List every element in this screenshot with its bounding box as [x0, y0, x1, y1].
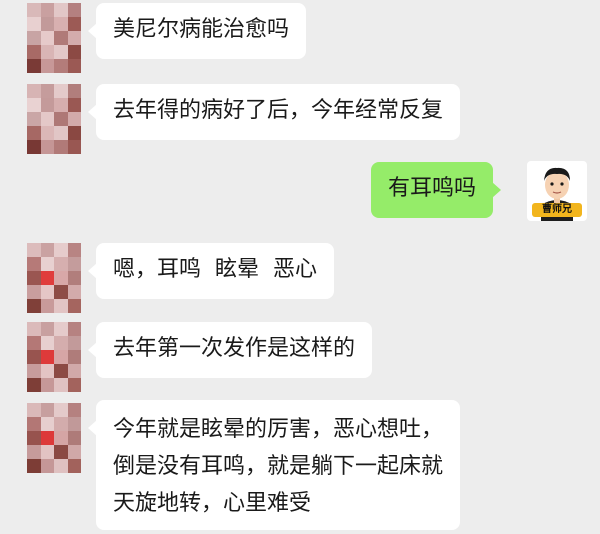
message-bubble-2[interactable]: 去年得的病好了后，今年经常反复	[87, 84, 461, 140]
message-text-line: 今年就是眩晕的厉害，恶心想吐，	[113, 417, 444, 442]
contact-avatar[interactable]	[27, 322, 81, 392]
contact-avatar[interactable]	[27, 403, 81, 473]
message-text: 有耳鸣吗	[388, 176, 477, 201]
message-text-line: 天旋地转，心里难受	[113, 491, 312, 516]
avatar-logo: 曹师兄	[532, 203, 582, 217]
contact-avatar[interactable]	[27, 84, 81, 154]
message-text: 去年第一次发作是这样的	[113, 336, 356, 361]
message-bubble-4[interactable]: 嗯，耳鸣 眩晕 恶心	[88, 243, 334, 299]
contact-avatar[interactable]	[27, 3, 81, 73]
message-bubble-3[interactable]: 有耳鸣吗	[371, 162, 502, 218]
message-bubble-5[interactable]: 去年第一次发作是这样的	[87, 322, 373, 378]
message-bubble-1[interactable]: 美尼尔病能治愈吗	[87, 3, 307, 59]
contact-avatar[interactable]	[27, 243, 81, 313]
message-text: 嗯，耳鸣 眩晕 恶心	[113, 257, 317, 282]
message-text: 去年得的病好了后，今年经常反复	[113, 98, 444, 123]
message-text: 美尼尔病能治愈吗	[113, 17, 290, 42]
self-avatar[interactable]: 曹师兄	[527, 161, 587, 221]
message-text-line: 倒是没有耳鸣，就是躺下一起床就	[113, 454, 444, 479]
message-bubble-6[interactable]: 今年就是眩晕的厉害，恶心想吐， 倒是没有耳鸣，就是躺下一起床就 天旋地转，心里难…	[87, 400, 461, 530]
